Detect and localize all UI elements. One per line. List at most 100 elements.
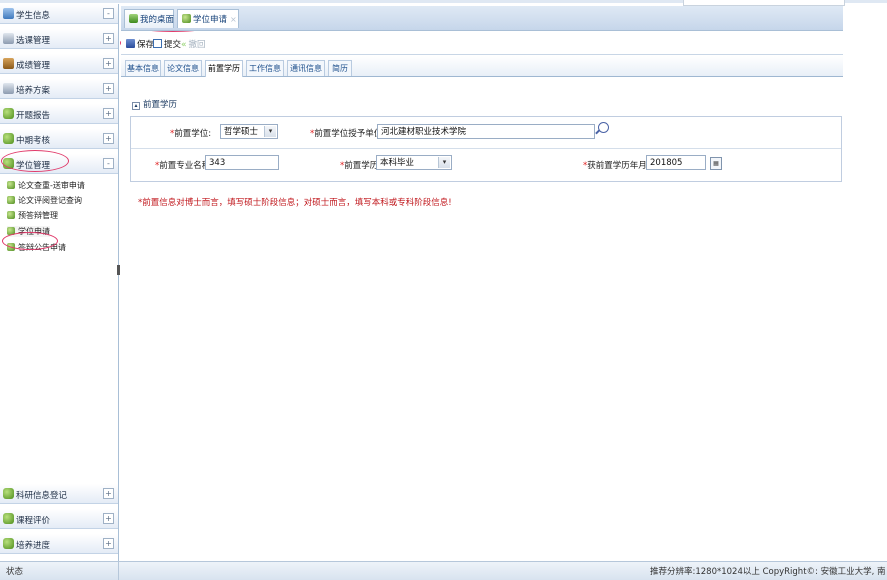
tab-work-info[interactable]: 工作信息 [246, 60, 284, 76]
pencil-icon [3, 83, 14, 94]
page-tab-bar: 我的桌面 学位申请 × [121, 6, 843, 31]
sidebar-item-student-info[interactable]: 学生信息 - [0, 4, 118, 24]
subitem-review-registration[interactable]: 论文评阅登记查询 [7, 195, 82, 206]
degree-select[interactable]: 哲学硕士 ▾ [220, 124, 278, 139]
subitem-label: 学位申请 [18, 227, 50, 236]
sidebar: 学生信息 - 选课管理 + 成绩管理 + 培养方案 + 开题报告 + 中期考核 … [0, 4, 119, 561]
education-label: *前置学历: [340, 161, 382, 171]
leaf-icon [7, 211, 15, 219]
progress-icon [3, 538, 14, 549]
collapse-toggle[interactable]: - [103, 158, 114, 169]
section-title: 前置学历 [143, 100, 178, 110]
tab-my-desktop[interactable]: 我的桌面 [124, 9, 174, 28]
tab-thesis-info[interactable]: 论文信息 [164, 60, 202, 76]
tab-contact-info[interactable]: 通讯信息 [287, 60, 325, 76]
chevron-down-icon: ▾ [264, 126, 276, 137]
expand-toggle[interactable]: + [103, 488, 114, 499]
degree-label: *前置学位: [170, 129, 212, 139]
subitem-thesis-check[interactable]: 论文查重-送审申请 [7, 180, 85, 191]
sidebar-item-label: 培养方案 [16, 86, 51, 96]
tab-degree-application[interactable]: 学位申请 × [177, 9, 239, 28]
research-icon [3, 488, 14, 499]
leaf-icon [7, 227, 15, 235]
sidebar-item-label: 科研信息登记 [16, 491, 68, 501]
collapse-icon: ▴ [132, 102, 140, 110]
tab-resume[interactable]: 简历 [328, 60, 352, 76]
tab-basic-info[interactable]: 基本信息 [125, 60, 161, 76]
withdraw-button[interactable]: «撤回 [181, 38, 206, 50]
sidebar-item-label: 开题报告 [16, 111, 51, 121]
double-left-arrow-icon: « [181, 40, 187, 50]
granting-unit-input[interactable]: 河北建材职业技术学院 [377, 124, 595, 139]
form-tab-bar: 基本信息 论文信息 前置学历 工作信息 通讯信息 简历 [121, 56, 843, 77]
save-icon [126, 39, 135, 48]
major-value: 343 [209, 158, 226, 168]
save-button[interactable]: 保存 [126, 38, 154, 50]
sidebar-item-label: 培养进度 [16, 541, 51, 551]
sidebar-item-midterm[interactable]: 中期考核 + [0, 129, 118, 149]
sidebar-item-label: 课程评价 [16, 516, 51, 526]
save-label: 保存 [137, 40, 155, 50]
sidebar-item-research-registration[interactable]: 科研信息登记 + [0, 484, 118, 504]
granting-unit-value: 河北建材职业技术学院 [381, 127, 467, 137]
sidebar-item-proposal[interactable]: 开题报告 + [0, 104, 118, 124]
student-info-icon [3, 8, 14, 19]
sidebar-item-label: 中期考核 [16, 136, 51, 146]
status-divider [118, 562, 119, 580]
subitem-label: 答辩公告申请 [18, 243, 66, 252]
sidebar-item-grades[interactable]: 成绩管理 + [0, 54, 118, 74]
status-text: 状态 [6, 567, 24, 577]
collapse-toggle[interactable]: - [103, 8, 114, 19]
status-bar: 状态 推荐分辨率:1280*1024以上 CopyRight©: 安徽工业大学,… [0, 561, 887, 580]
sidebar-item-training-progress[interactable]: 培养进度 + [0, 534, 118, 554]
major-input[interactable]: 343 [205, 155, 279, 170]
subitem-defense-notice[interactable]: 答辩公告申请 [7, 242, 66, 253]
upload-icon [153, 39, 162, 48]
sidebar-item-label: 成绩管理 [16, 61, 51, 71]
leaf-icon [7, 181, 15, 189]
evaluation-icon [3, 513, 14, 524]
education-select[interactable]: 本科毕业 ▾ [376, 155, 452, 170]
degree-value: 哲学硕士 [224, 127, 259, 137]
date-value: 201805 [650, 158, 683, 168]
granting-unit-label: *前置学位授予单位: [310, 129, 386, 139]
subitem-pre-defense[interactable]: 预答辩管理 [7, 210, 58, 221]
splitter-handle[interactable] [117, 265, 120, 275]
date-label: *获前置学历年月: [583, 161, 650, 171]
sidebar-item-label: 学位管理 [16, 161, 51, 171]
midterm-icon [3, 133, 14, 144]
leaf-icon [7, 196, 15, 204]
expand-toggle[interactable]: + [103, 58, 114, 69]
expand-toggle[interactable]: + [103, 133, 114, 144]
close-icon[interactable]: × [230, 15, 237, 24]
subitem-label: 预答辩管理 [18, 211, 58, 220]
sidebar-item-degree-management[interactable]: 学位管理 - [0, 154, 118, 174]
withdraw-label: 撤回 [188, 40, 206, 50]
proposal-icon [3, 108, 14, 119]
chevron-down-icon: ▾ [438, 157, 450, 168]
calendar-icon[interactable]: ▦ [710, 157, 722, 170]
degree-icon [3, 158, 14, 169]
subitem-label: 论文评阅登记查询 [18, 196, 82, 205]
submit-button[interactable]: 提交 [153, 38, 181, 50]
subitem-degree-application[interactable]: 学位申请 [7, 226, 50, 237]
tab-prior-education[interactable]: 前置学历 [205, 60, 243, 77]
tab-label: 我的桌面 [140, 15, 175, 25]
expand-toggle[interactable]: + [103, 33, 114, 44]
expand-toggle[interactable]: + [103, 83, 114, 94]
date-input[interactable]: 201805 [646, 155, 706, 170]
subitem-label: 论文查重-送审申请 [18, 181, 85, 190]
tab-label: 学位申请 [193, 15, 228, 25]
expand-toggle[interactable]: + [103, 538, 114, 549]
search-icon[interactable] [598, 122, 609, 133]
home-icon [129, 14, 138, 23]
toolbar: 保存 提交 «撤回 [121, 32, 843, 55]
copyright-text: 推荐分辨率:1280*1024以上 CopyRight©: 安徽工业大学, 南 [650, 567, 886, 577]
sidebar-item-course-selection[interactable]: 选课管理 + [0, 29, 118, 49]
sidebar-item-course-evaluation[interactable]: 课程评价 + [0, 509, 118, 529]
expand-toggle[interactable]: + [103, 108, 114, 119]
expand-toggle[interactable]: + [103, 513, 114, 524]
section-header[interactable]: ▴ 前置学历 [132, 98, 177, 110]
sidebar-item-training-plan[interactable]: 培养方案 + [0, 79, 118, 99]
education-value: 本科毕业 [380, 158, 415, 168]
